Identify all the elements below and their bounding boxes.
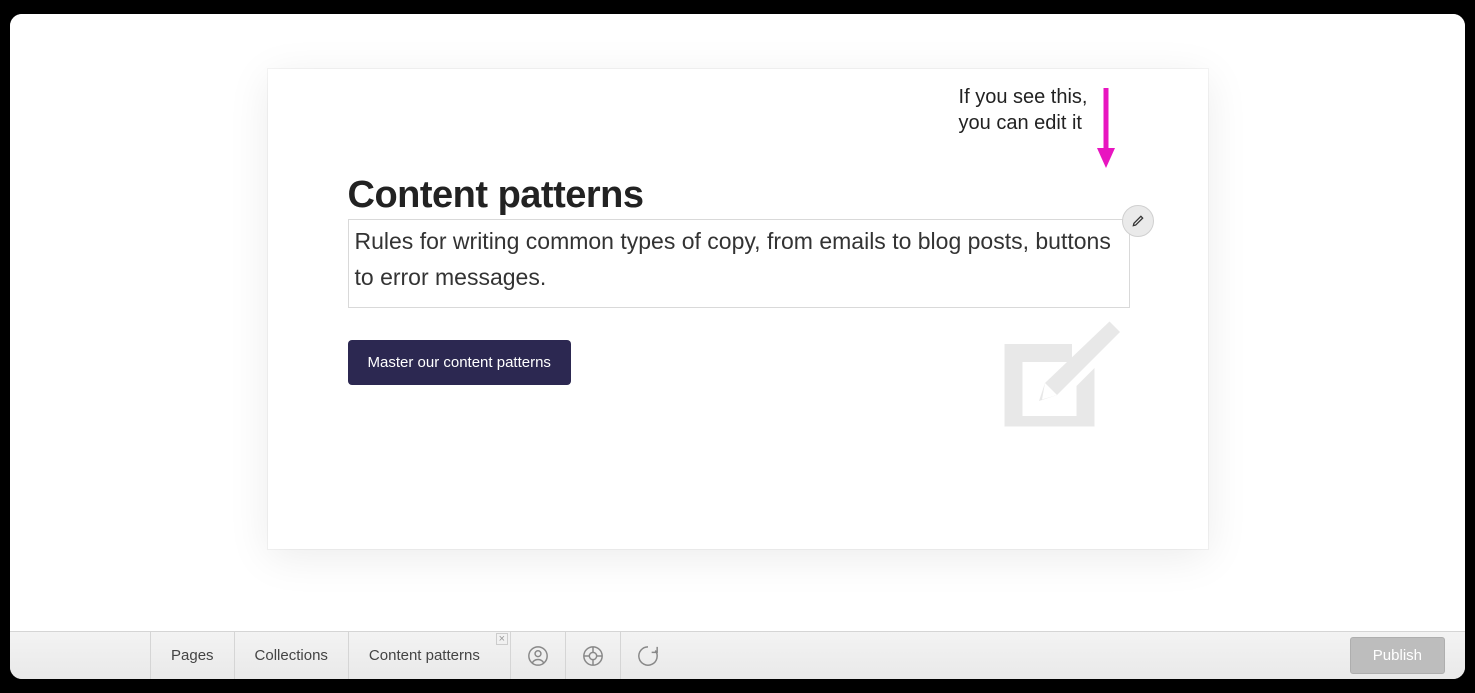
tab-label: Collections xyxy=(255,647,328,664)
tab-pages[interactable]: Pages xyxy=(150,632,234,679)
bottom-toolbar: Pages Collections Content patterns × xyxy=(10,631,1465,679)
tab-label: Content patterns xyxy=(369,647,480,664)
tab-label: Pages xyxy=(171,647,214,664)
callout-line2: you can edit it xyxy=(959,110,1088,136)
editor-canvas: If you see this, you can edit it Content… xyxy=(10,14,1465,631)
page-heading: Content patterns xyxy=(348,174,1128,217)
callout-line1: If you see this, xyxy=(959,84,1088,110)
tab-collections[interactable]: Collections xyxy=(234,632,348,679)
arrow-down-icon xyxy=(1096,88,1116,168)
app-window: If you see this, you can edit it Content… xyxy=(10,14,1465,679)
pencil-icon xyxy=(1131,214,1145,228)
content-card: If you see this, you can edit it Content… xyxy=(268,69,1208,549)
description-field[interactable]: Rules for writing common types of copy, … xyxy=(348,219,1130,308)
close-icon[interactable]: × xyxy=(496,633,508,645)
description-text: Rules for writing common types of copy, … xyxy=(355,224,1123,295)
user-icon xyxy=(527,645,549,667)
help-icon xyxy=(582,645,604,667)
edit-watermark-icon xyxy=(982,299,1132,449)
toolbar-spacer xyxy=(675,632,1350,679)
cta-button[interactable]: Master our content patterns xyxy=(348,340,571,385)
edit-callout: If you see this, you can edit it xyxy=(959,84,1088,136)
tab-content-patterns[interactable]: Content patterns × xyxy=(348,632,510,679)
toolbar-user-button[interactable] xyxy=(510,632,565,679)
publish-button[interactable]: Publish xyxy=(1350,637,1445,674)
toolbar-logout-button[interactable] xyxy=(620,632,675,679)
edit-button[interactable] xyxy=(1122,205,1154,237)
toolbar-help-button[interactable] xyxy=(565,632,620,679)
logout-icon xyxy=(637,645,659,667)
